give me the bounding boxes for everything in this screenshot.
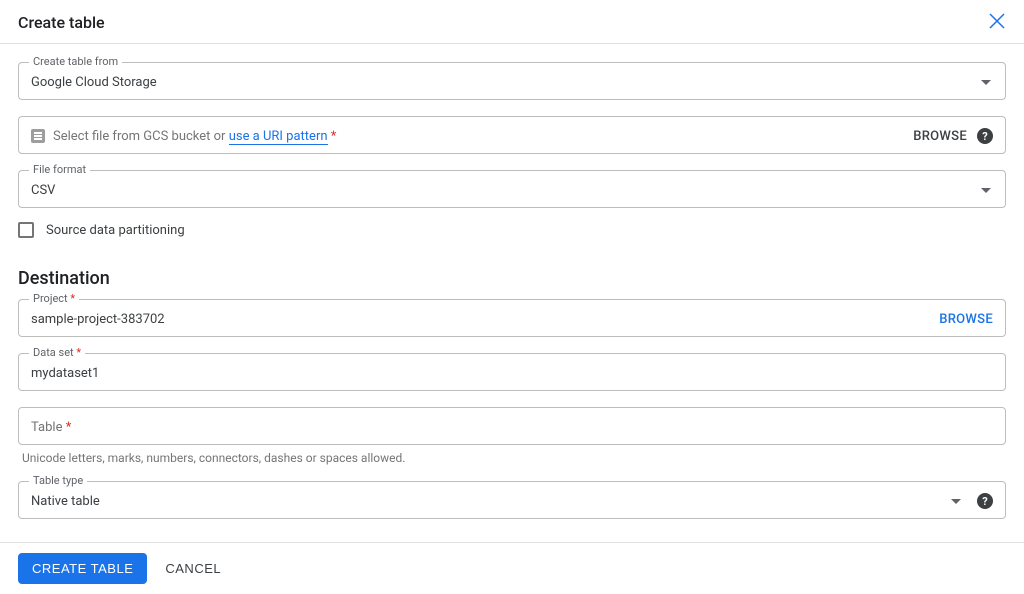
chevron-down-icon bbox=[951, 499, 961, 504]
dataset-label: Data set * bbox=[29, 346, 85, 359]
project-input[interactable]: Project * sample-project-383702 BROWSE bbox=[18, 299, 1006, 337]
help-icon[interactable]: ? bbox=[977, 128, 993, 144]
uri-pattern-link[interactable]: use a URI pattern bbox=[229, 129, 328, 145]
x-icon bbox=[988, 12, 1006, 30]
file-format-value: CSV bbox=[31, 183, 973, 198]
table-type-label: Table type bbox=[29, 474, 87, 487]
chevron-down-icon bbox=[981, 80, 991, 85]
dataset-value: mydataset1 bbox=[31, 366, 993, 381]
file-format-select[interactable]: File format CSV bbox=[18, 170, 1006, 208]
gcs-browse-button[interactable]: BROWSE bbox=[913, 129, 967, 144]
table-input[interactable]: Table * bbox=[18, 407, 1006, 445]
table-placeholder: Table * bbox=[31, 420, 993, 435]
file-icon bbox=[31, 129, 45, 143]
file-format-label: File format bbox=[29, 163, 90, 176]
create-table-from-label: Create table from bbox=[29, 55, 122, 68]
project-label: Project * bbox=[29, 292, 79, 305]
dataset-input[interactable]: Data set * mydataset1 bbox=[18, 353, 1006, 391]
destination-section-title: Destination bbox=[18, 268, 1006, 289]
source-partitioning-label: Source data partitioning bbox=[46, 223, 185, 238]
help-icon[interactable]: ? bbox=[977, 493, 993, 509]
project-browse-button[interactable]: BROWSE bbox=[939, 312, 993, 327]
table-helper-text: Unicode letters, marks, numbers, connect… bbox=[22, 451, 1006, 465]
gcs-file-input[interactable]: Select file from GCS bucket or use a URI… bbox=[18, 116, 1006, 154]
table-type-value: Native table bbox=[31, 494, 933, 509]
create-table-from-value: Google Cloud Storage bbox=[31, 75, 973, 90]
source-partitioning-checkbox[interactable]: Source data partitioning bbox=[18, 222, 1006, 238]
cancel-button[interactable]: CANCEL bbox=[165, 561, 221, 576]
project-value: sample-project-383702 bbox=[31, 312, 939, 327]
checkbox-icon bbox=[18, 222, 34, 238]
dialog-title: Create table bbox=[18, 13, 105, 32]
create-table-button[interactable]: CREATE TABLE bbox=[18, 553, 147, 584]
chevron-down-icon bbox=[981, 188, 991, 193]
dialog-footer: CREATE TABLE CANCEL bbox=[0, 542, 1024, 594]
create-table-from-select[interactable]: Create table from Google Cloud Storage bbox=[18, 62, 1006, 100]
table-type-select[interactable]: Table type Native table ? bbox=[18, 481, 1006, 519]
close-icon[interactable] bbox=[984, 10, 1010, 35]
gcs-file-placeholder: Select file from GCS bucket or use a URI… bbox=[53, 129, 913, 144]
dialog-content: Create table from Google Cloud Storage S… bbox=[0, 44, 1024, 556]
dialog-header: Create table bbox=[0, 0, 1024, 44]
